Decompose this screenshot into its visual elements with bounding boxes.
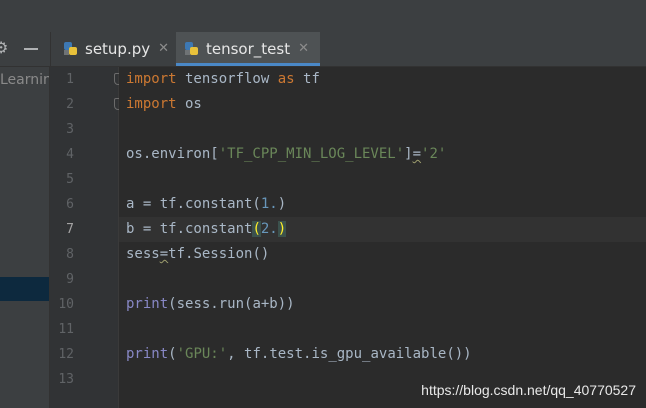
project-tree-item[interactable]: Learnin — [0, 72, 49, 88]
editor-tabs-bar: ⚙ setup.py ✕ tensor_test ✕ — [0, 32, 646, 67]
code-token: b = tf.constant — [126, 221, 253, 237]
code-token: ) — [277, 196, 287, 212]
line-number: 4 — [66, 147, 74, 162]
title-bar — [0, 0, 646, 33]
code-line-2[interactable]: import os — [126, 92, 202, 117]
tab-tensor-test[interactable]: tensor_test ✕ — [176, 32, 320, 66]
code-line-4[interactable]: os.environ['TF_CPP_MIN_LOG_LEVEL']='2' — [126, 142, 446, 167]
code-token: import — [126, 96, 177, 112]
line-number: 9 — [66, 272, 74, 287]
tab-label: tensor_test — [206, 40, 291, 58]
code-token: '2' — [421, 146, 447, 162]
line-number: 13 — [58, 372, 74, 387]
code-token: 1. — [260, 196, 278, 212]
minimize-icon[interactable] — [24, 48, 38, 50]
line-number: 6 — [66, 197, 74, 212]
project-tree-selected-row[interactable] — [0, 277, 49, 301]
code-token: tf.Session() — [168, 246, 270, 262]
line-number-gutter: 1 2 3 4 5 6 7 8 9 10 11 12 13 — [50, 67, 119, 408]
code-line-12[interactable]: print('GPU:', tf.test.is_gpu_available()… — [126, 342, 472, 367]
tab-label: setup.py — [85, 40, 151, 58]
code-token: (sess.run(a+b)) — [168, 296, 295, 312]
code-token: , tf.test.is_gpu_available()) — [227, 346, 472, 362]
code-token-warning: = — [412, 146, 422, 162]
code-token: sess — [126, 246, 160, 262]
code-token-warning: = — [159, 246, 169, 262]
code-token: 'GPU:' — [176, 346, 228, 362]
close-icon[interactable]: ✕ — [298, 41, 309, 57]
tab-setup-py[interactable]: setup.py ✕ — [55, 32, 173, 66]
code-token: ] — [404, 146, 413, 162]
code-token: import — [126, 71, 177, 87]
code-token-matched-brace: ) — [277, 221, 287, 237]
line-number: 3 — [66, 122, 74, 137]
watermark-text: https://blog.csdn.net/qq_40770527 — [421, 382, 636, 398]
line-number: 8 — [66, 247, 74, 262]
line-number: 11 — [58, 322, 74, 337]
line-number: 1 — [66, 72, 74, 87]
python-file-icon — [185, 42, 198, 55]
project-tree-panel: Learnin — [0, 67, 50, 408]
ide-window: ⚙ setup.py ✕ tensor_test ✕ Learnin 1 2 3… — [0, 0, 646, 408]
line-number: 5 — [66, 172, 74, 187]
code-token: os — [176, 96, 202, 112]
code-line-7[interactable]: b = tf.constant(2.) — [126, 217, 287, 242]
code-token: a = tf.constant( — [126, 196, 261, 212]
code-line-8[interactable]: sess=tf.Session() — [126, 242, 269, 267]
python-file-icon — [64, 42, 77, 55]
code-token: print — [126, 296, 169, 312]
code-line-6[interactable]: a = tf.constant(1.) — [126, 192, 286, 217]
code-token: tf — [294, 71, 320, 87]
code-token: os.environ[ — [126, 146, 219, 162]
code-line-1[interactable]: import tensorflow as tf — [126, 67, 320, 92]
code-token-matched-brace: ( — [252, 221, 261, 237]
code-token: tensorflow — [176, 71, 278, 87]
code-token: 'TF_CPP_MIN_LOG_LEVEL' — [218, 146, 405, 162]
close-icon[interactable]: ✕ — [158, 41, 169, 57]
code-token: ( — [168, 346, 177, 362]
line-number: 10 — [58, 297, 74, 312]
code-token: print — [126, 346, 169, 362]
line-number-current: 7 — [66, 222, 74, 237]
code-token: as — [277, 71, 295, 87]
line-number: 12 — [58, 347, 74, 362]
code-line-10[interactable]: print(sess.run(a+b)) — [126, 292, 295, 317]
line-number: 2 — [66, 97, 74, 112]
project-panel-header: ⚙ — [0, 32, 51, 66]
gear-icon[interactable]: ⚙ — [0, 40, 10, 56]
code-editor[interactable]: import tensorflow as tf import os os.env… — [119, 67, 646, 408]
active-tab-indicator — [176, 63, 320, 66]
code-token: 2. — [260, 221, 278, 237]
